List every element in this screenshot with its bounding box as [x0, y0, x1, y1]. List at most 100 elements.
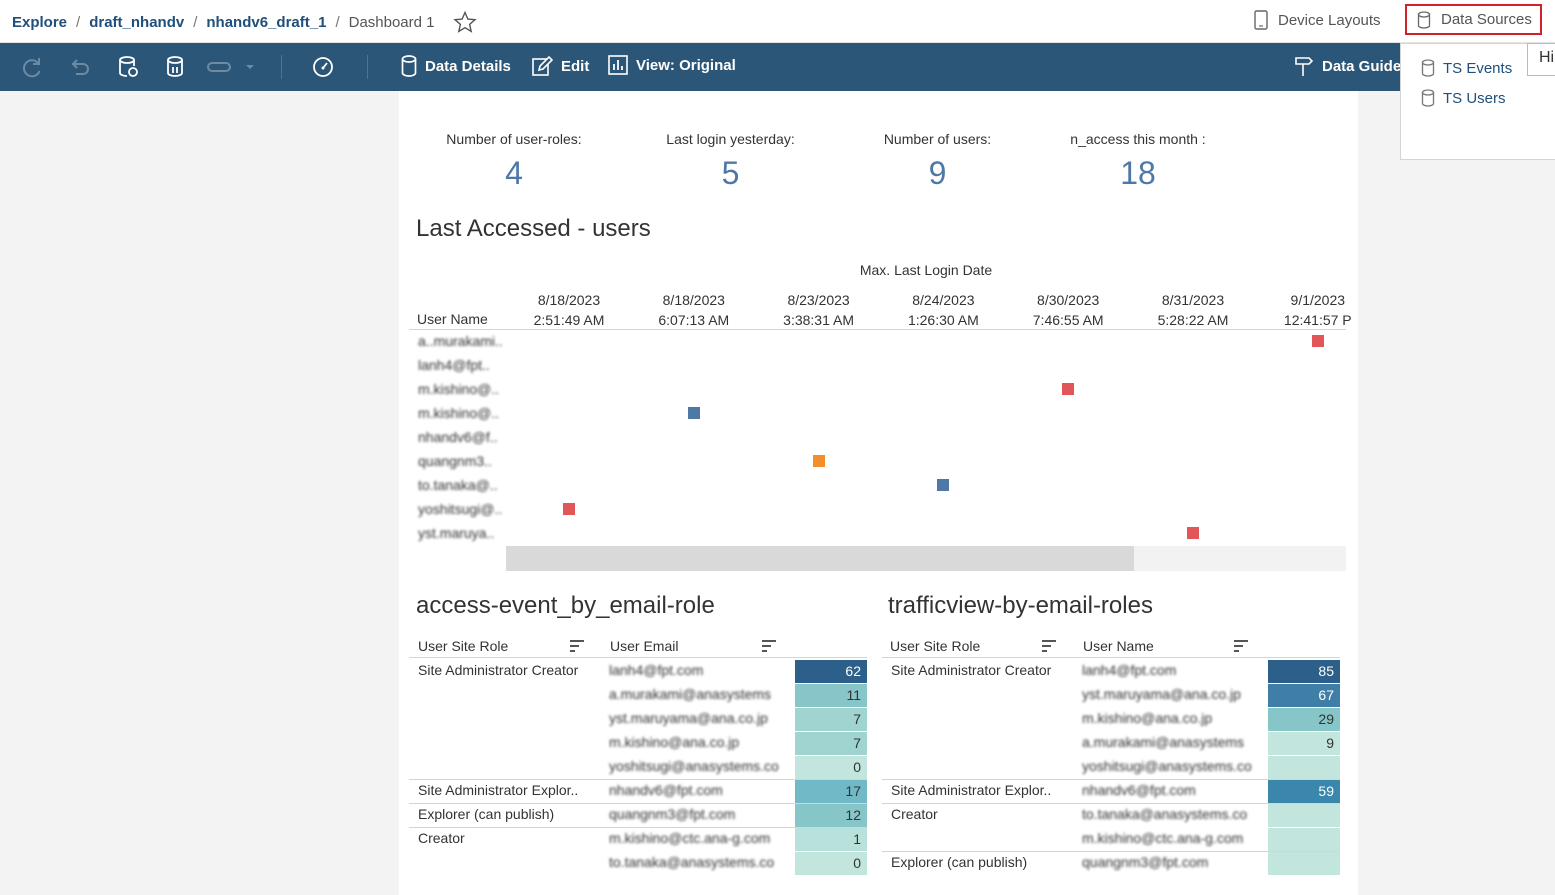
- chevron-down-icon[interactable]: [243, 55, 257, 79]
- time-label: 3:38:31 AM: [783, 312, 854, 328]
- edit-button[interactable]: Edit: [531, 55, 589, 77]
- kpi-value: 5: [721, 155, 740, 191]
- performance-gauge-icon[interactable]: [311, 55, 335, 79]
- refresh-data-icon[interactable]: [116, 55, 140, 79]
- database-icon: [1421, 59, 1435, 77]
- date-column-header: 8/24/2023 1:26:30 AM: [883, 290, 1003, 330]
- date-label: 8/24/2023: [912, 292, 975, 308]
- view-original-label: View: Original: [636, 56, 736, 74]
- kpi-access-this-month: n_access this month : 18: [1064, 131, 1212, 192]
- breadcrumb-separator: /: [193, 13, 198, 31]
- site-role-label: Site Administrator Creator: [891, 662, 1052, 678]
- device-layouts-button[interactable]: Device Layouts: [1254, 10, 1381, 30]
- time-label: 12:41:57 P: [1283, 312, 1352, 328]
- scrollbar-thumb[interactable]: [506, 546, 1134, 571]
- login-mark[interactable]: [812, 455, 825, 467]
- date-label: 8/31/2023: [1161, 292, 1225, 308]
- data-source-label: TS Users: [1443, 89, 1506, 107]
- value-cell[interactable]: 67: [1268, 684, 1340, 707]
- view-original-button[interactable]: View: Original: [608, 55, 736, 75]
- row-header-user-name: User Name: [417, 311, 488, 327]
- date-label: 8/23/2023: [787, 292, 850, 308]
- data-source-label: TS Events: [1443, 59, 1513, 77]
- value-cell[interactable]: [1268, 828, 1340, 851]
- value-cell[interactable]: [1268, 852, 1340, 875]
- sort-icon[interactable]: [1042, 640, 1056, 652]
- database-icon: [1417, 10, 1431, 29]
- breadcrumb-project[interactable]: draft_nhandv: [89, 14, 184, 31]
- value-cell[interactable]: 85: [1268, 660, 1340, 683]
- value-cell[interactable]: 7: [795, 732, 867, 755]
- top-bar: Explore / draft_nhandv / nhandv6_draft_1…: [0, 0, 1555, 43]
- present-mode-icon[interactable]: [206, 55, 234, 79]
- date-column-header: 8/30/2023 7:46:55 AM: [1008, 290, 1128, 330]
- data-source-ts-users[interactable]: TS Users: [1421, 89, 1506, 107]
- value-cell[interactable]: 0: [795, 852, 867, 875]
- user-email-label: yst.maruyama@ana.co.jp: [609, 710, 768, 726]
- column-group-title: Max. Last Login Date: [859, 262, 993, 278]
- data-details-button[interactable]: Data Details: [401, 55, 511, 77]
- signpost-icon: [1295, 57, 1314, 76]
- data-guide-label: Data Guide: [1322, 57, 1402, 75]
- site-role-label: Creator: [418, 830, 465, 846]
- site-role-label: Creator: [891, 806, 938, 822]
- data-sources-button[interactable]: Data Sources: [1405, 4, 1542, 35]
- value-cell[interactable]: 29: [1268, 708, 1340, 731]
- site-role-label: Site Administrator Explor..: [891, 782, 1052, 798]
- value-cell[interactable]: [1268, 804, 1340, 827]
- value-cell[interactable]: 7: [795, 708, 867, 731]
- value-cell[interactable]: [1268, 756, 1340, 779]
- kpi-value: 9: [928, 155, 947, 191]
- date-label: 9/1/2023: [1290, 292, 1346, 308]
- value-cell[interactable]: 12: [795, 804, 867, 827]
- redo-icon[interactable]: [20, 55, 44, 79]
- user-email-label: quangnm3@fpt.com: [1082, 854, 1209, 870]
- favorite-star-icon[interactable]: [452, 10, 477, 34]
- date-column-header: 9/1/2023 12:41:57 P: [1258, 290, 1378, 330]
- login-mark[interactable]: [687, 407, 700, 419]
- user-email-label: yoshitsugi@anasystems.co: [609, 758, 779, 774]
- login-mark[interactable]: [1311, 335, 1324, 347]
- kpi-label: Last login yesterday:: [666, 131, 795, 147]
- undo-icon[interactable]: [68, 55, 92, 79]
- sort-icon[interactable]: [762, 640, 776, 652]
- login-mark[interactable]: [1187, 527, 1199, 539]
- data-guide-button[interactable]: Data Guide: [1294, 55, 1401, 77]
- value-cell[interactable]: 59: [1268, 780, 1340, 803]
- sort-icon[interactable]: [570, 640, 584, 652]
- breadcrumb-explore[interactable]: Explore: [12, 14, 67, 31]
- user-name-label: to.tanaka@..: [418, 477, 498, 493]
- date-label: 8/18/2023: [662, 292, 725, 308]
- login-mark[interactable]: [1062, 383, 1075, 395]
- header-divider: [882, 657, 1340, 658]
- value-cell[interactable]: 0: [795, 756, 867, 779]
- user-email-label: to.tanaka@anasystems.co: [1082, 806, 1248, 822]
- value-cell[interactable]: 9: [1268, 732, 1340, 755]
- user-email-label: yoshitsugi@anasystems.co: [1082, 758, 1252, 774]
- column-header-user-site-role: User Site Role: [418, 638, 509, 654]
- sort-icon[interactable]: [1234, 640, 1248, 652]
- horizontal-scrollbar[interactable]: [506, 546, 1346, 571]
- value-cell[interactable]: 11: [795, 684, 867, 707]
- login-mark[interactable]: [937, 479, 950, 491]
- user-name-label: m.kishino@..: [418, 405, 500, 421]
- data-source-ts-events[interactable]: TS Events: [1421, 59, 1512, 77]
- value-cell[interactable]: 17: [795, 780, 867, 803]
- column-header-user-site-role: User Site Role: [890, 638, 981, 654]
- time-label: 6:07:13 AM: [658, 312, 730, 328]
- breadcrumb-workbook[interactable]: nhandv6_draft_1: [206, 14, 326, 31]
- user-email-label: nhandv6@fpt.com: [609, 782, 723, 798]
- user-email-label: lanh4@fpt.com: [609, 662, 704, 678]
- user-name-label: yoshitsugi@..: [418, 501, 503, 517]
- login-mark[interactable]: [563, 503, 575, 515]
- database-icon: [1421, 89, 1435, 107]
- edit-pencil-icon: [532, 55, 553, 76]
- user-email-label: m.kishino@ana.co.jp: [1082, 710, 1213, 726]
- value-cell[interactable]: 62: [795, 660, 867, 683]
- user-email-label: nhandv6@fpt.com: [1082, 782, 1196, 798]
- pause-updates-icon[interactable]: [164, 55, 188, 79]
- time-label: 7:46:55 AM: [1032, 312, 1104, 328]
- trafficview-title: trafficview-by-email-roles: [888, 592, 1153, 619]
- kpi-label: Number of user-roles:: [446, 131, 582, 147]
- value-cell[interactable]: 1: [795, 828, 867, 851]
